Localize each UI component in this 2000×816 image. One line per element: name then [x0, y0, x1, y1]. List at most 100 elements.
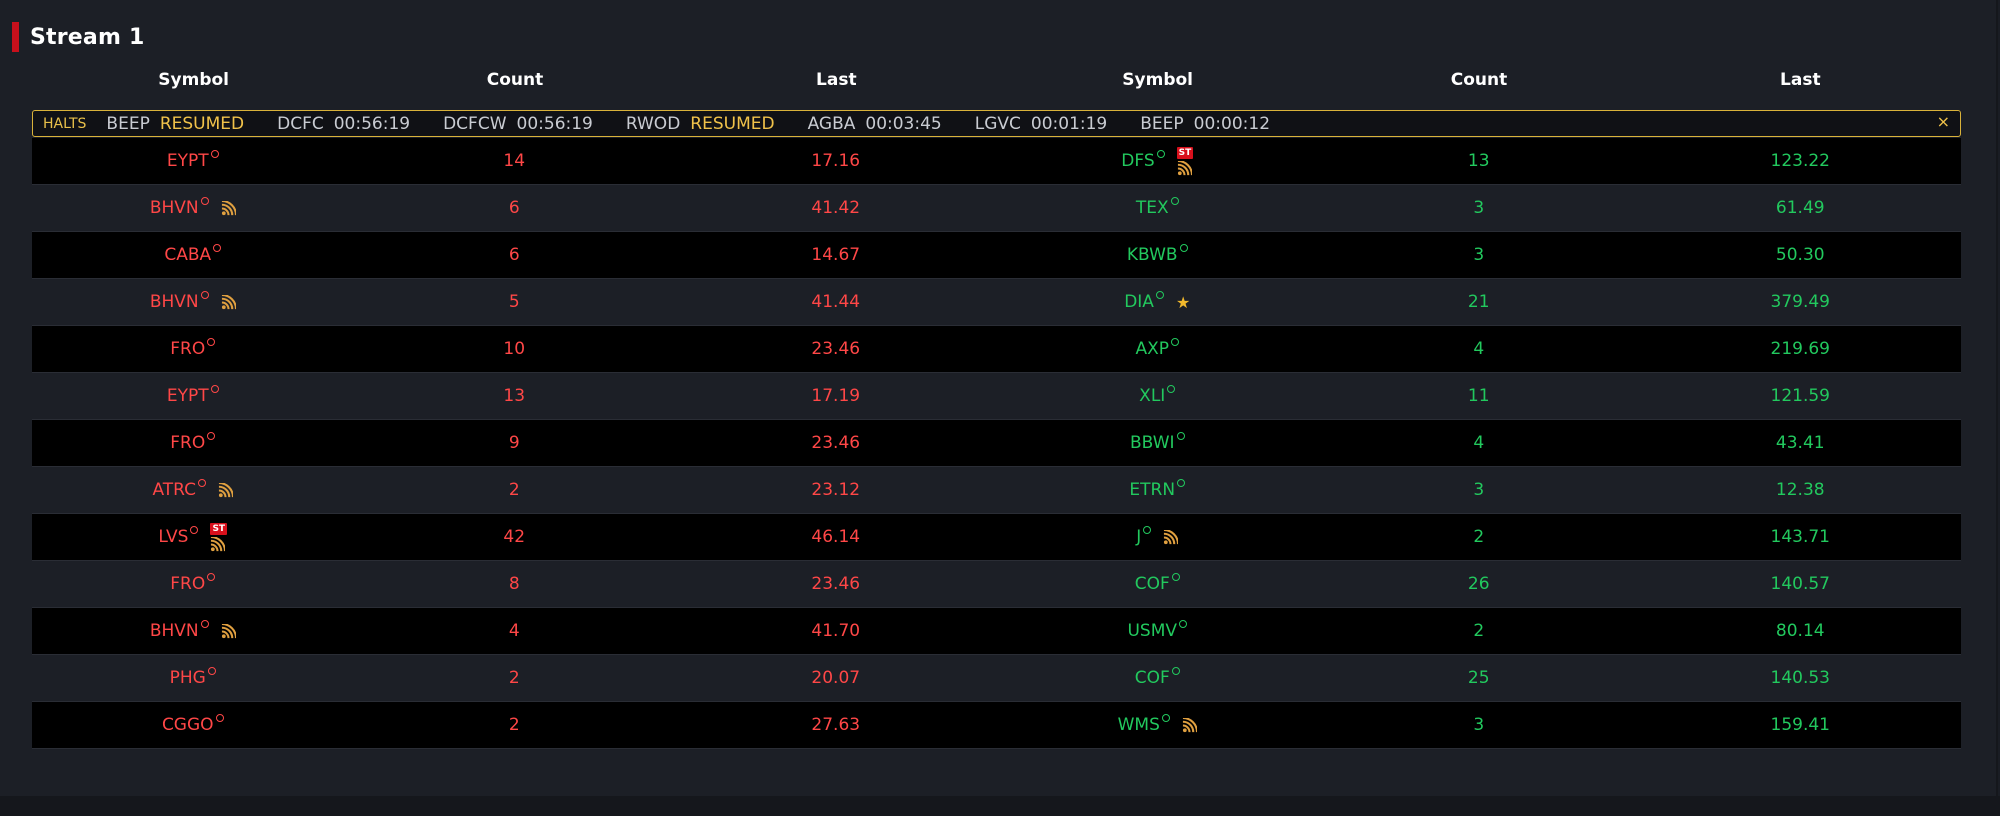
symbol-cell-left[interactable]: FRO: [32, 432, 354, 453]
symbol-cell-right[interactable]: ETRN: [997, 479, 1319, 500]
table-row[interactable]: EYPT 13 17.19 XLI 11 121.59: [32, 373, 1961, 420]
table-row[interactable]: FRO 10 23.46 AXP 4 219.69: [32, 326, 1961, 373]
table-row[interactable]: CGGO 2 27.63 WMS 3 159.41: [32, 702, 1961, 749]
count-cell-right: 26: [1467, 574, 1490, 594]
symbol-cell-right[interactable]: COF: [997, 573, 1319, 594]
column-header-last-right[interactable]: Last: [1640, 66, 1961, 94]
column-header-symbol-right[interactable]: Symbol: [997, 66, 1318, 94]
stocktwits-badge-icon[interactable]: ST: [210, 522, 228, 535]
table-row[interactable]: EYPT 14 17.16 DFS ST 13 123.22: [32, 138, 1961, 185]
table-row[interactable]: BHVN 4 41.70 USMV 2 80.14: [32, 608, 1961, 655]
table-row[interactable]: BHVN 6 41.42 TEX 3 61.49: [32, 185, 1961, 232]
symbol-cell-left[interactable]: CABA: [32, 244, 354, 265]
symbol-icons: ST: [1176, 146, 1194, 176]
symbol-text: BHVN: [149, 198, 199, 218]
symbol-cell-left[interactable]: ATRC: [32, 479, 354, 500]
star-icon[interactable]: ★: [1176, 293, 1190, 312]
halt-item[interactable]: LGVC 00:01:19: [975, 114, 1108, 134]
symbol-cell-right[interactable]: TEX: [997, 197, 1319, 218]
symbol-icons: [221, 200, 236, 216]
rss-feed-icon[interactable]: [1182, 717, 1197, 733]
count-cell-left: 42: [503, 527, 526, 547]
table-row[interactable]: CABA 6 14.67 KBWB 3 50.30: [32, 232, 1961, 279]
symbol-cell-left[interactable]: PHG: [32, 667, 354, 688]
symbol-cell-left[interactable]: CGGO: [32, 714, 354, 735]
halt-item[interactable]: BEEP RESUMED: [106, 114, 244, 134]
symbol-wrap: DFS ST: [1121, 146, 1194, 176]
stocktwits-badge-icon[interactable]: ST: [1176, 146, 1194, 159]
symbol-icons: [1182, 717, 1197, 733]
symbol-cell-right[interactable]: USMV: [997, 620, 1319, 641]
count-cell-right: 13: [1467, 151, 1490, 171]
symbol-cell-right[interactable]: DFS ST: [997, 146, 1319, 176]
symbol-cell-left[interactable]: EYPT: [32, 150, 354, 171]
column-header-count-left[interactable]: Count: [354, 66, 675, 94]
halt-item[interactable]: AGBA 00:03:45: [808, 114, 942, 134]
symbol-cell-right[interactable]: J: [997, 526, 1319, 547]
symbol-cell-left[interactable]: BHVN: [32, 291, 354, 312]
symbol-wrap: FRO: [170, 432, 216, 453]
rss-feed-icon[interactable]: [221, 200, 236, 216]
symbol-wrap: FRO: [170, 573, 216, 594]
symbol-cell-right[interactable]: AXP: [997, 338, 1319, 359]
rss-feed-icon[interactable]: [221, 294, 236, 310]
rss-feed-icon[interactable]: [221, 623, 236, 639]
symbol-cell-left[interactable]: BHVN: [32, 620, 354, 641]
symbol-cell-left[interactable]: FRO: [32, 573, 354, 594]
count-cell-left: 4: [508, 621, 520, 641]
symbol-cell-right[interactable]: DIA ★: [997, 291, 1319, 312]
status-ring-icon: [1161, 714, 1170, 722]
table-row[interactable]: FRO 9 23.46 BBWI 4 43.41: [32, 420, 1961, 467]
halt-status: RESUMED: [159, 113, 245, 134]
column-header-last-left[interactable]: Last: [676, 66, 997, 94]
symbol-wrap: FRO: [170, 338, 216, 359]
column-header-count-right[interactable]: Count: [1318, 66, 1639, 94]
status-ring-icon: [1177, 479, 1186, 487]
table-row[interactable]: PHG 2 20.07 COF 25 140.53: [32, 655, 1961, 702]
status-ring-icon: [1156, 150, 1165, 158]
symbol-cell-right[interactable]: BBWI: [997, 432, 1319, 453]
symbol-wrap: BBWI: [1130, 432, 1185, 453]
close-icon[interactable]: ×: [1937, 112, 1950, 131]
count-cell-right: 2: [1473, 621, 1485, 641]
symbol-cell-left[interactable]: FRO: [32, 338, 354, 359]
status-ring-icon: [207, 573, 216, 581]
symbol-wrap: BHVN: [149, 197, 236, 218]
last-price-cell-left: 46.14: [811, 527, 861, 547]
rss-feed-icon[interactable]: [1177, 160, 1192, 176]
halt-symbol: LGVC: [974, 113, 1021, 134]
column-header-symbol-left[interactable]: Symbol: [33, 66, 354, 94]
symbol-cell-right[interactable]: WMS: [997, 714, 1319, 735]
status-ring-icon: [1179, 620, 1188, 628]
halt-item[interactable]: DCFC 00:56:19: [277, 114, 410, 134]
status-ring-icon: [213, 244, 222, 252]
symbol-cell-left[interactable]: BHVN: [32, 197, 354, 218]
symbol-cell-right[interactable]: XLI: [997, 385, 1319, 406]
stream-table-body: EYPT 14 17.16 DFS ST 13 123.22 BHVN 6 41.42 TEX 3 61…: [32, 138, 1961, 772]
rss-feed-icon[interactable]: [210, 536, 226, 552]
symbol-cell-right[interactable]: KBWB: [997, 244, 1319, 265]
halt-item[interactable]: BEEP 00:00:12: [1140, 114, 1270, 134]
symbol-text: USMV: [1127, 621, 1178, 641]
symbol-text: J: [1136, 527, 1142, 547]
table-row[interactable]: ATRC 2 23.12 ETRN 3 12.38: [32, 467, 1961, 514]
table-row[interactable]: BHVN 5 41.44 DIA ★ 21 379.49: [32, 279, 1961, 326]
count-cell-right: 3: [1473, 245, 1485, 265]
column-header-row: Symbol Count Last Symbol Count Last: [33, 66, 1961, 94]
rss-feed-icon[interactable]: [1163, 529, 1179, 545]
halts-label: HALTS: [43, 115, 87, 132]
symbol-cell-left[interactable]: LVS ST: [32, 522, 354, 552]
symbol-wrap: USMV: [1127, 620, 1188, 641]
rss-feed-icon[interactable]: [218, 482, 234, 498]
symbol-cell-left[interactable]: EYPT: [32, 385, 354, 406]
status-ring-icon: [1170, 197, 1179, 205]
halt-item[interactable]: DCFCW 00:56:19: [443, 114, 593, 134]
last-price-cell-right: 43.41: [1775, 433, 1825, 453]
status-ring-icon: [1171, 667, 1180, 675]
symbol-wrap: TEX: [1136, 197, 1179, 218]
symbol-wrap: COF: [1135, 573, 1180, 594]
halt-item[interactable]: RWOD RESUMED: [626, 114, 775, 134]
table-row[interactable]: LVS ST 42 46.14 J 2 143.71: [32, 514, 1961, 561]
symbol-cell-right[interactable]: COF: [997, 667, 1319, 688]
table-row[interactable]: FRO 8 23.46 COF 26 140.57: [32, 561, 1961, 608]
